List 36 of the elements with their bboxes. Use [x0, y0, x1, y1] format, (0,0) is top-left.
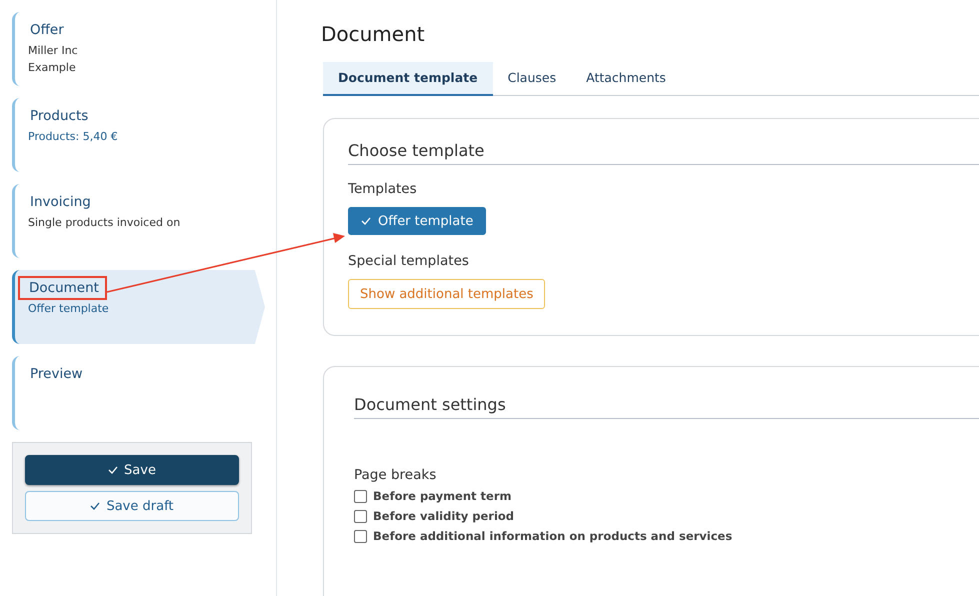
- check-icon: [90, 502, 100, 510]
- checkbox-option[interactable]: Before payment term: [354, 489, 512, 503]
- step-item[interactable]: Invoicing Single products invoiced on: [12, 184, 265, 258]
- step-detail: Products: 5,40 €: [28, 129, 118, 145]
- tab[interactable]: Attachments: [571, 62, 681, 96]
- step-item[interactable]: Products Products: 5,40 €: [12, 98, 265, 172]
- step-title: Invoicing: [29, 193, 92, 212]
- step-detail: Example: [28, 60, 76, 76]
- save-draft-button[interactable]: Save draft: [25, 491, 239, 521]
- checkbox[interactable]: [354, 490, 367, 502]
- checkbox-option[interactable]: Before additional information on products and services: [354, 529, 732, 543]
- step-item[interactable]: Offer Miller Inc Example: [12, 12, 265, 86]
- check-icon: [108, 466, 118, 474]
- section-heading: Choose template: [348, 141, 979, 165]
- check-icon: [361, 217, 371, 225]
- save-button[interactable]: Save: [25, 455, 239, 485]
- template-button[interactable]: Offer template: [348, 207, 486, 235]
- step-detail: Miller Inc: [28, 43, 78, 59]
- step-item[interactable]: Preview: [12, 356, 265, 430]
- step-title: Offer: [29, 21, 65, 40]
- step-title: Products: [29, 107, 90, 126]
- step-detail: Single products invoiced on: [28, 215, 180, 231]
- checkbox[interactable]: [354, 530, 367, 542]
- page-title: Document: [321, 22, 425, 46]
- field-label: Templates: [348, 181, 417, 197]
- field-label: Page breaks: [354, 467, 436, 483]
- checkbox[interactable]: [354, 510, 367, 522]
- step-item[interactable]: Document Offer template: [12, 270, 265, 344]
- tab[interactable]: Clauses: [492, 62, 572, 96]
- section-heading: Document settings: [354, 395, 979, 419]
- tab[interactable]: Document template: [323, 62, 493, 96]
- step-title: Document: [18, 276, 107, 300]
- field-label: Special templates: [348, 253, 469, 269]
- checkbox-option[interactable]: Before validity period: [354, 509, 514, 523]
- step-detail: Offer template: [28, 301, 109, 317]
- step-title: Preview: [29, 365, 84, 384]
